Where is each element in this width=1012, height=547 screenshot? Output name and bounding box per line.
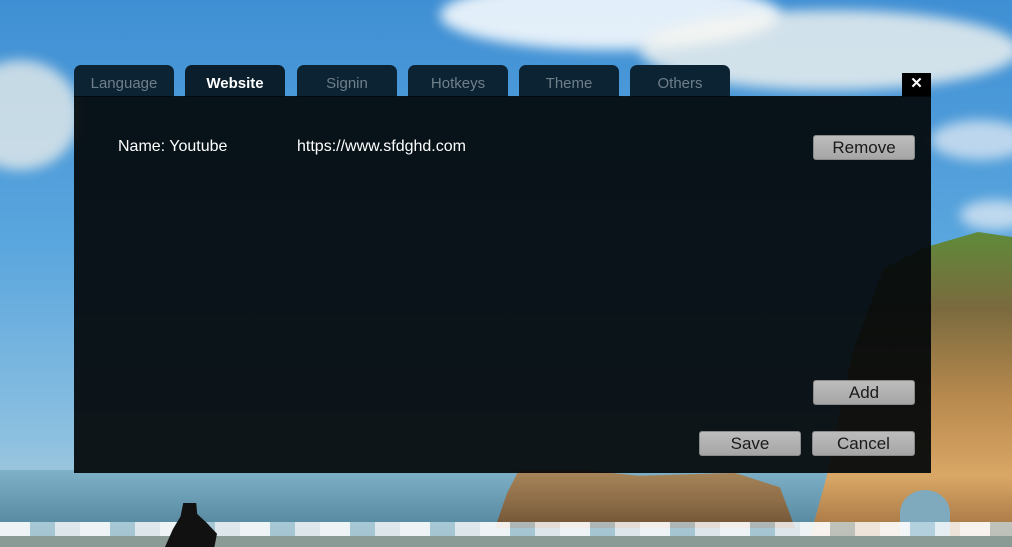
cloud xyxy=(930,120,1012,160)
save-button[interactable]: Save xyxy=(699,431,801,456)
cloud xyxy=(960,200,1012,230)
tab-signin[interactable]: Signin xyxy=(297,65,397,97)
surf-foam xyxy=(0,522,1012,536)
website-entry-url: https://www.sfdghd.com xyxy=(297,138,466,155)
website-entry-name: Name: Youtube xyxy=(118,138,228,155)
tab-language[interactable]: Language xyxy=(74,65,174,97)
tab-hotkeys[interactable]: Hotkeys xyxy=(408,65,508,97)
cancel-button[interactable]: Cancel xyxy=(812,431,915,456)
tab-website[interactable]: Website xyxy=(185,65,285,97)
remove-button[interactable]: Remove xyxy=(813,135,915,160)
tab-theme[interactable]: Theme xyxy=(519,65,619,97)
beach xyxy=(0,536,1012,547)
add-button[interactable]: Add xyxy=(813,380,915,405)
tab-others[interactable]: Others xyxy=(630,65,730,97)
close-icon[interactable]: ✕ xyxy=(902,73,931,97)
cloud xyxy=(0,60,80,170)
sea-rock xyxy=(495,470,795,528)
